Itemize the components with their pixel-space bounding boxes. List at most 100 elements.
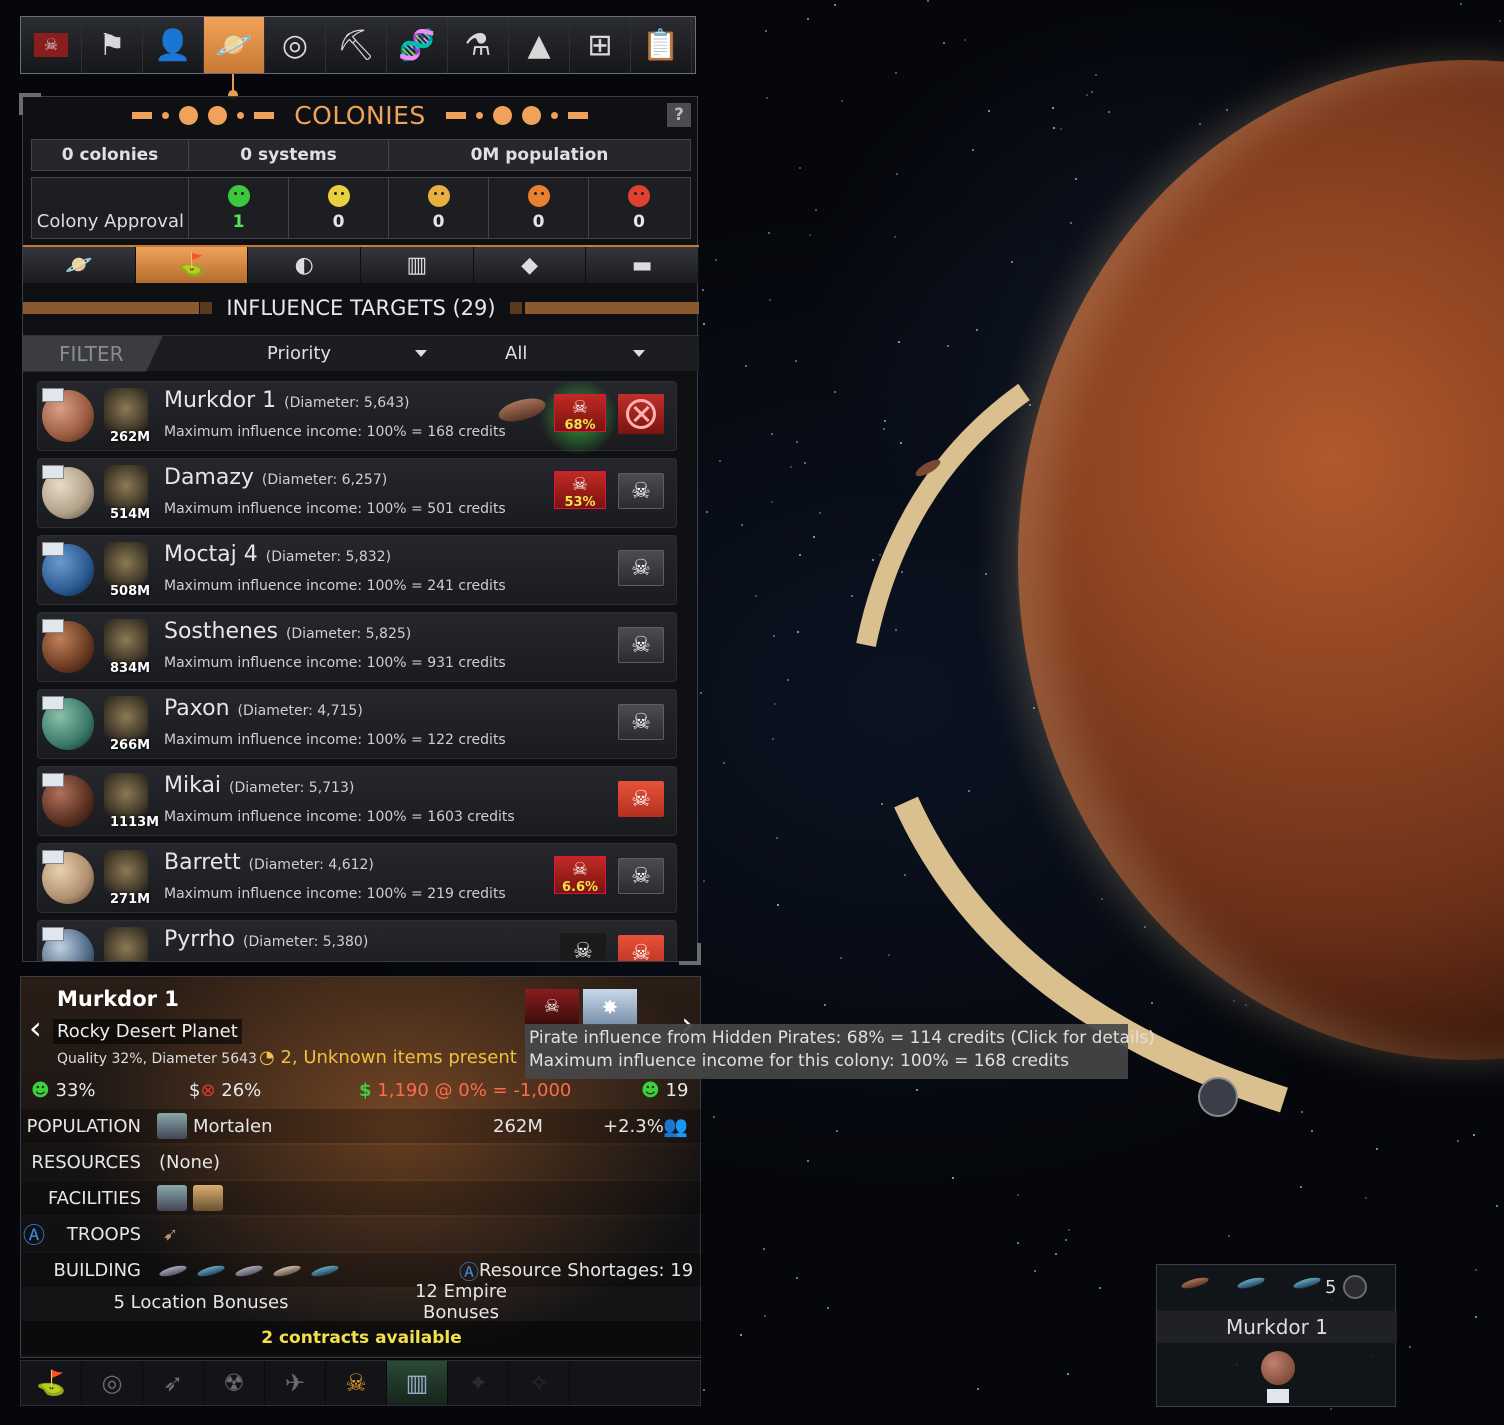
unknown-items[interactable]: ◔ 2, Unknown items present (259, 1047, 517, 1068)
pirate-skull-button[interactable]: ☠ (618, 627, 664, 663)
tower-icon[interactable]: ▥ (361, 247, 474, 283)
main-toolbar: ☠ ⚑ 👤 🪐 ◎ ⛏ 🧬 ⚗ ▲ ⊞ 📋 (20, 16, 696, 74)
approval-content[interactable]: 0 (289, 178, 389, 238)
facility-icon[interactable] (193, 1185, 223, 1211)
race-icon (157, 1113, 187, 1139)
colonies-icon[interactable]: 🪐 (204, 17, 265, 73)
pickaxe-icon[interactable]: ⛏ (326, 17, 387, 73)
pirate-skull-button[interactable]: ☠ (618, 473, 664, 509)
pirate-skull-button[interactable]: ☠ (618, 781, 664, 817)
cargo-icon[interactable]: ▬ (586, 247, 700, 283)
pirate-influence-icon[interactable]: ☠ (525, 989, 579, 1025)
selected-planet-card[interactable]: 5 Murkdor 1 (1156, 1264, 1397, 1407)
troop-icon[interactable]: ➹ (163, 1224, 178, 1245)
missile-icon[interactable]: ➶ (143, 1361, 204, 1405)
pirate-flag-icon[interactable]: ☠ (560, 933, 606, 961)
grid-icon[interactable]: ⊞ (570, 17, 631, 73)
pirate-skull-button[interactable]: ☠ (618, 935, 664, 961)
flag-icon (42, 465, 64, 479)
flag-icon (42, 388, 64, 402)
list-item[interactable]: 508M Moctaj 4 (Diameter: 5,832) Maximum i… (37, 535, 677, 605)
pirate-skull-button[interactable]: ☠ (618, 858, 664, 894)
corruption-stat[interactable]: $⊗ 26% (189, 1080, 261, 1101)
contracts-row[interactable]: 2 contracts available (21, 1321, 702, 1355)
person-icon[interactable]: 👤 (143, 17, 204, 73)
approval-furious[interactable]: 0 (589, 178, 689, 238)
facility-icon[interactable] (157, 1185, 187, 1211)
ship-icon[interactable]: ✦ (448, 1361, 509, 1405)
flag-icon (42, 696, 64, 710)
troops-row[interactable]: Ⓐ TROOPS ➹ (21, 1217, 702, 1251)
happy-face-icon (227, 184, 250, 207)
planet-icon[interactable]: 🪐 (23, 247, 136, 283)
influence-target-list[interactable]: 262M Murkdor 1 (Diameter: 5,643) Maximum … (37, 381, 683, 961)
circle-icon[interactable] (1343, 1275, 1367, 1299)
approval-very-happy[interactable]: 1 (189, 178, 289, 238)
ship-icon (272, 1263, 302, 1279)
list-item[interactable]: 1113M Mikai (Diameter: 5,713) Maximum inf… (37, 766, 677, 836)
cancel-influence-button[interactable] (618, 394, 664, 434)
automate-icon[interactable]: Ⓐ (23, 1218, 45, 1250)
crossed-flags-icon[interactable]: ⚑ (82, 17, 143, 73)
contracts-available[interactable]: 2 contracts available (261, 1328, 462, 1348)
build-queue[interactable] (158, 1261, 459, 1280)
approval-unhappy[interactable]: 0 (389, 178, 489, 238)
flag-icon (42, 619, 64, 633)
target-name: Damazy (164, 465, 254, 490)
all-dropdown[interactable]: All (505, 343, 645, 364)
fleet-icon[interactable]: ▲ (509, 17, 570, 73)
target-icon[interactable]: ◎ (82, 1361, 143, 1405)
list-item[interactable]: 266M Paxon (Diameter: 4,715) Maximum infl… (37, 689, 677, 759)
help-button[interactable]: ? (667, 103, 691, 127)
bonuses-row: 5 Location Bonuses 12 Empire Bonuses (21, 1281, 702, 1323)
skull-icon: ☠ (571, 859, 589, 880)
resource-shortages[interactable]: Resource Shortages: 19 (479, 1260, 693, 1281)
flask-icon[interactable]: ⚗ (448, 17, 509, 73)
empire-bonuses[interactable]: 12 Empire Bonuses (381, 1281, 541, 1323)
gem-icon[interactable]: ◆ (473, 247, 587, 283)
flag-planet-icon[interactable]: ⛳ (21, 1361, 82, 1405)
flag-planet-icon[interactable]: ⛳ (135, 247, 249, 283)
pirate-influence-button[interactable]: ☠ 53% (554, 471, 606, 510)
pirate-flag-icon[interactable]: ☠ (21, 17, 82, 73)
list-item[interactable]: 514M Damazy (Diameter: 6,257) Maximum inf… (37, 458, 677, 528)
building-row[interactable]: BUILDING Ⓐ Resource Shortages: 19 (21, 1253, 702, 1287)
priority-dropdown[interactable]: Priority (267, 343, 427, 364)
clipboard-check-icon[interactable]: 📋 (631, 17, 692, 73)
location-bonuses[interactable]: 5 Location Bonuses (21, 1292, 381, 1313)
tower-icon[interactable]: ▥ (387, 1361, 448, 1405)
robot-icon[interactable]: ☢ (204, 1361, 265, 1405)
list-item[interactable]: 271M Barrett (Diameter: 4,612) Maximum in… (37, 843, 677, 913)
income-stat[interactable]: $ 1,190 @ 0% = -1,000 (359, 1080, 571, 1101)
approval-stat[interactable]: ☻ 19 (641, 1080, 688, 1101)
resources-row[interactable]: RESOURCES (None) (21, 1145, 702, 1179)
ship-icon (310, 1263, 340, 1279)
pirate-face-icon[interactable]: ☠ (326, 1361, 387, 1405)
target-diameter: (Diameter: 4,715) (237, 703, 363, 719)
pirate-influence-button[interactable]: ☠ 6.6% (554, 856, 606, 895)
target-income: Maximum influence income: 100% = 219 cre… (164, 886, 506, 902)
list-item[interactable]: 834M Sosthenes (Diameter: 5,825) Maximum … (37, 612, 677, 682)
pirate-skull-button[interactable]: ☠ (618, 704, 664, 740)
target-diameter: (Diameter: 5,713) (229, 780, 355, 796)
content-face-icon (327, 184, 350, 207)
pirate-skull-button[interactable]: ☠ (618, 550, 664, 586)
flag-icon (1267, 1389, 1289, 1403)
globe-icon[interactable]: ◐ (248, 247, 362, 283)
approval-angry[interactable]: 0 (489, 178, 589, 238)
flag-icon[interactable]: ✸ (583, 989, 637, 1025)
fleet-count: 5 (1325, 1277, 1337, 1298)
satellite-icon[interactable]: ✈ (265, 1361, 326, 1405)
list-item[interactable]: Pyrrho (Diameter: 5,380) ☠ ☠ (37, 920, 677, 961)
population-row[interactable]: POPULATION Mortalen 262M +2.3% 👥 (21, 1109, 702, 1143)
dna-icon[interactable]: 🧬 (387, 17, 448, 73)
systems-count: 0 systems (189, 140, 389, 170)
pirate-influence-button[interactable]: ☠ 68% (554, 394, 606, 433)
happiness-stat[interactable]: ☻ 33% (31, 1080, 96, 1101)
shuttle-icon[interactable]: ✧ (509, 1361, 570, 1405)
facilities-row[interactable]: FACILITIES (21, 1181, 702, 1215)
previous-colony-button[interactable]: ‹ (29, 1009, 42, 1047)
radar-icon[interactable]: ◎ (265, 17, 326, 73)
list-item[interactable]: 262M Murkdor 1 (Diameter: 5,643) Maximum … (37, 381, 677, 456)
tooltip-line-1: Pirate influence from Hidden Pirates: 68… (529, 1028, 1155, 1048)
